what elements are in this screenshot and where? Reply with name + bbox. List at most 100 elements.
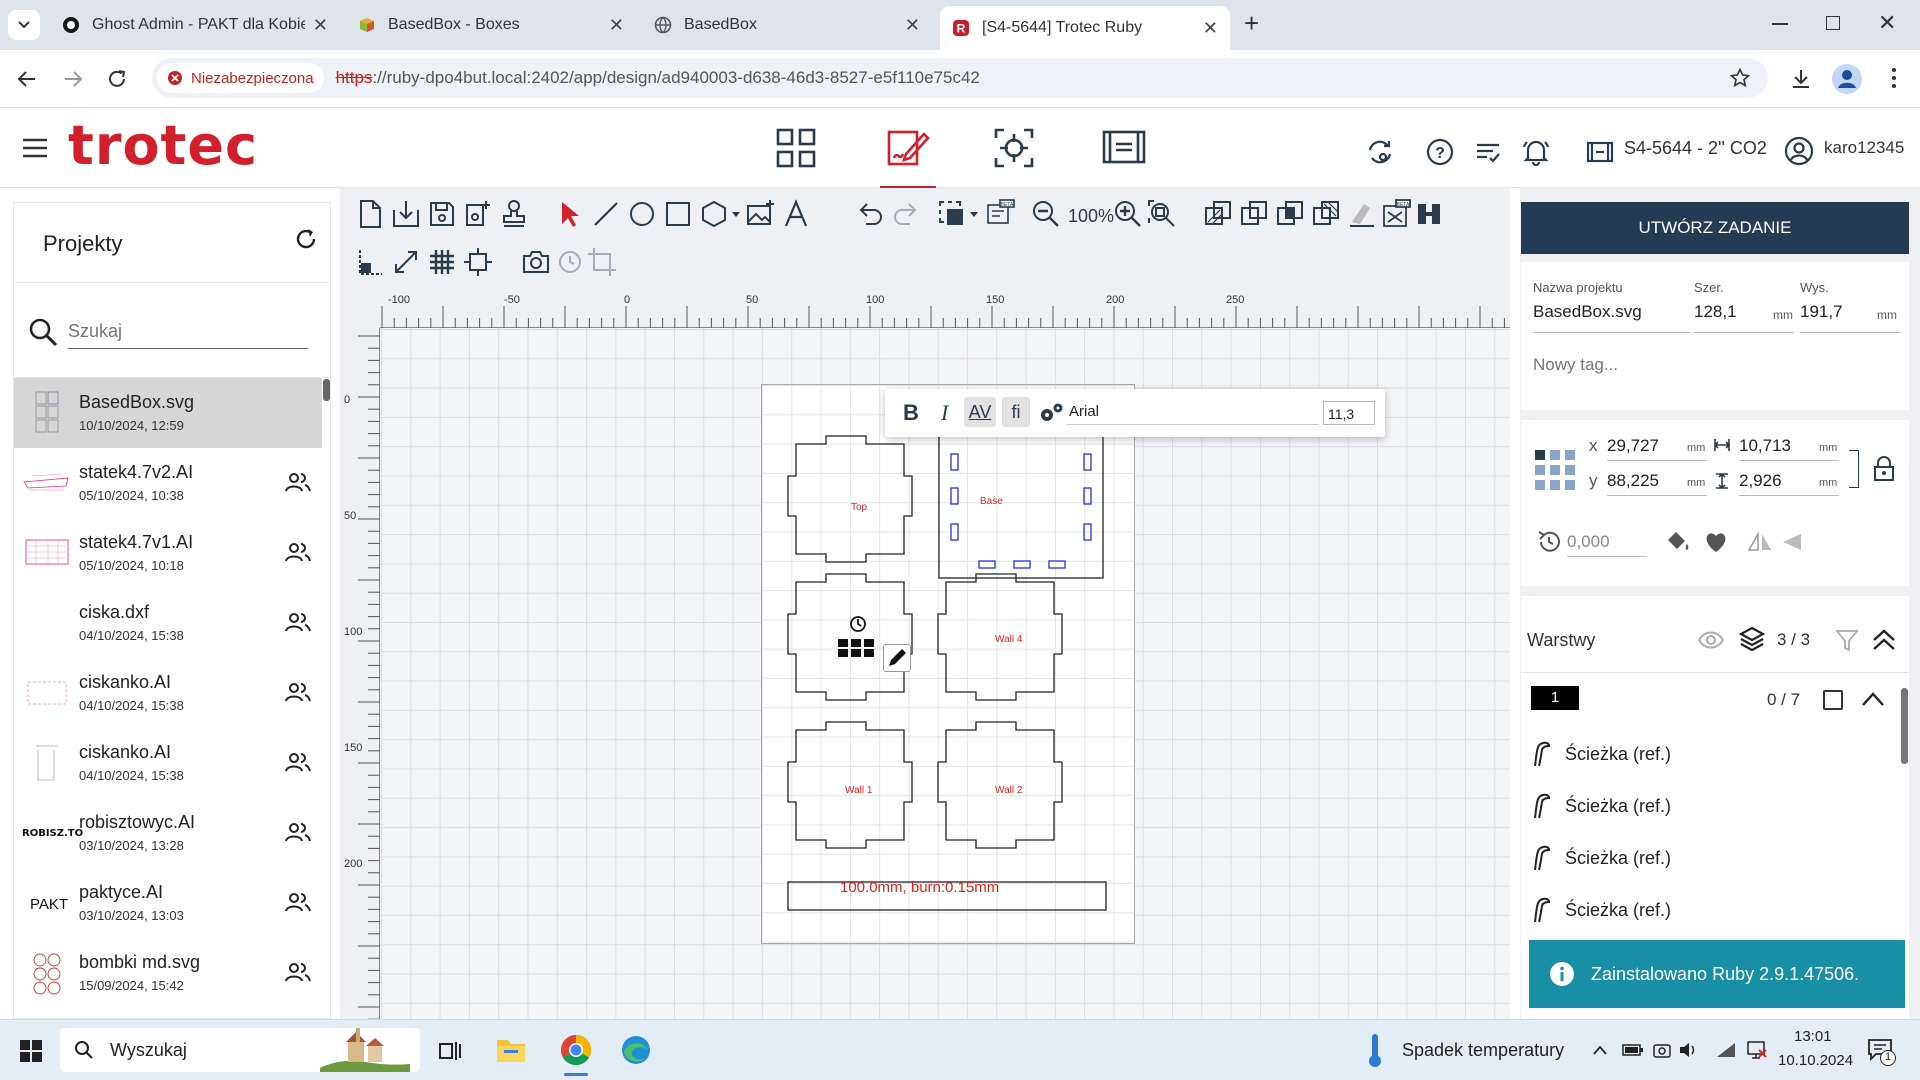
filter-icon[interactable] (1835, 628, 1859, 652)
ellipse-tool-icon[interactable] (626, 198, 658, 230)
dashboard-grid-icon[interactable] (772, 124, 820, 172)
back-icon[interactable] (16, 68, 38, 90)
line-tool-icon[interactable] (590, 198, 622, 230)
project-search[interactable] (14, 283, 332, 378)
design-nav-tab[interactable] (880, 124, 936, 190)
camera-capture-icon[interactable] (520, 246, 552, 278)
project-item[interactable]: ciskanko.AI 04/10/2024, 15:38 (14, 728, 324, 798)
select-pointer-icon[interactable] (554, 198, 586, 230)
clock-date[interactable]: 10.10.2024 (1778, 1052, 1853, 1069)
center-artboard-icon[interactable] (462, 246, 494, 278)
projects-scrollbar-thumb[interactable] (323, 379, 330, 401)
ligature-button[interactable]: fi (1002, 397, 1030, 427)
layers-stack-icon[interactable] (1739, 626, 1765, 652)
align-icon[interactable] (1414, 198, 1446, 230)
file-explorer-icon[interactable] (496, 1036, 526, 1064)
account-icon[interactable] (1784, 136, 1814, 166)
refresh-icon[interactable] (294, 227, 318, 251)
heart-icon[interactable] (1703, 530, 1729, 554)
browser-tab-ghost[interactable]: Ghost Admin - PAKT dla Kobiet ✕ (50, 6, 340, 44)
y-value[interactable]: 88,225 (1607, 471, 1659, 491)
browser-menu-icon[interactable] (1892, 68, 1896, 90)
project-item[interactable]: ciskanko.AI 04/10/2024, 15:38 (14, 658, 324, 728)
tray-chevron-up-icon[interactable] (1592, 1044, 1608, 1056)
crop-icon[interactable] (586, 246, 618, 278)
lock-icon[interactable] (1873, 456, 1895, 482)
project-item[interactable]: ciska.dxf 04/10/2024, 15:38 (14, 588, 324, 658)
beta-feature-icon[interactable]: BETA (1380, 198, 1412, 230)
rotation-value[interactable]: 0,000 (1567, 532, 1610, 552)
layer-item[interactable]: Ścieżka (ref.) (1531, 840, 1891, 880)
project-item[interactable]: ROBISZ.TO robisztowyc.AI 03/10/2024, 13:… (14, 798, 324, 868)
layers-scrollbar-thumb[interactable] (1901, 688, 1908, 764)
project-item-basedbox[interactable]: BasedBox.svg 10/10/2024, 12:59 (14, 378, 322, 448)
save-icon[interactable] (426, 198, 458, 230)
close-tab-icon[interactable]: ✕ (313, 15, 328, 36)
font-family-field[interactable]: Arial (1067, 399, 1319, 425)
panel-left-wall[interactable] (787, 573, 913, 701)
download-icon[interactable] (1790, 68, 1812, 90)
w-value[interactable]: 10,713 (1739, 436, 1791, 456)
edge-icon[interactable] (620, 1034, 652, 1066)
restore-icon[interactable] (1826, 16, 1840, 30)
grid-toggle-icon[interactable] (426, 246, 458, 278)
fill-bucket-icon[interactable] (1665, 530, 1691, 554)
project-name-value[interactable]: BasedBox.svg (1533, 302, 1642, 322)
resize-diagonal-icon[interactable] (390, 246, 422, 278)
width-value[interactable]: 128,1 (1694, 302, 1737, 322)
install-toast[interactable]: Zainstalowano Ruby 2.9.1.47506. (1529, 940, 1905, 1008)
url-text[interactable]: https://ruby-dpo4but.local:2402/app/desi… (336, 68, 980, 88)
anchor-grid-icon[interactable] (1535, 450, 1575, 490)
camera-position-icon[interactable] (990, 124, 1038, 172)
forward-icon[interactable] (62, 68, 84, 90)
boolean-subtract-icon[interactable] (1238, 198, 1270, 230)
security-chip[interactable]: Niezabezpieczona (157, 63, 324, 93)
bottom-engrave-text[interactable]: 100.0mm, burn:0.15mm (840, 879, 999, 896)
sync-settings-icon[interactable] (1366, 138, 1394, 166)
weather-text[interactable]: Spadek temperatury (1402, 1040, 1564, 1061)
font-size-field[interactable]: 11,3 (1323, 401, 1375, 425)
align-left-bottom-icon[interactable] (354, 246, 386, 278)
volume-icon[interactable] (1678, 1041, 1698, 1059)
text-tool-icon[interactable] (780, 198, 812, 230)
design-canvas[interactable]: Top Base Wall 4 Wall 1 Wall 2 100.0mm, b… (380, 328, 1547, 1019)
close-tab-icon[interactable]: ✕ (609, 15, 624, 36)
bookmark-star-icon[interactable] (1730, 68, 1750, 88)
new-file-icon[interactable] (354, 198, 386, 230)
save-as-icon[interactable] (462, 198, 494, 230)
kerning-button[interactable]: AV (964, 397, 996, 427)
layer-item[interactable]: Ścieżka (ref.) (1531, 892, 1891, 932)
boolean-exclude-icon[interactable] (1310, 198, 1342, 230)
zoom-fit-icon[interactable] (1146, 198, 1178, 230)
zoom-level[interactable]: 100% (1068, 206, 1114, 227)
bold-button[interactable]: B (903, 400, 919, 426)
browser-tab-boxes[interactable]: BasedBox - Boxes ✕ (346, 6, 636, 44)
zoom-out-icon[interactable] (1030, 198, 1062, 230)
undo-icon[interactable] (854, 198, 886, 230)
create-job-button[interactable]: UTWÓRZ ZADANIE (1521, 202, 1909, 254)
username[interactable]: karo12345 (1824, 138, 1904, 158)
clock-time[interactable]: 13:01 (1794, 1028, 1832, 1045)
job-queue-icon[interactable] (1100, 124, 1148, 172)
browser-tab-basedbox[interactable]: BasedBox ✕ (642, 6, 932, 44)
browser-tab-ruby[interactable]: R [S4-5644] Trotec Ruby ✕ (940, 6, 1230, 50)
windows-start-icon[interactable] (20, 1040, 42, 1062)
list-check-icon[interactable] (1474, 138, 1502, 166)
reload-icon[interactable] (106, 68, 128, 90)
close-tab-icon[interactable]: ✕ (905, 15, 920, 36)
rotate-icon[interactable] (554, 246, 586, 278)
layer-checkbox[interactable] (1823, 690, 1843, 710)
image-tool-icon[interactable] (744, 198, 776, 230)
project-item[interactable]: bombki md.svg 15/09/2024, 15:42 (14, 938, 324, 1008)
minimize-icon[interactable] (1772, 23, 1788, 25)
close-tab-icon[interactable]: ✕ (1203, 18, 1218, 39)
task-view-icon[interactable] (438, 1038, 464, 1064)
selection-handles[interactable] (838, 639, 882, 657)
proportion-link-bracket[interactable] (1849, 450, 1859, 488)
redo-icon[interactable] (890, 198, 922, 230)
notification-bell-icon[interactable] (1522, 138, 1550, 166)
flip-vertical-icon[interactable] (1779, 530, 1805, 554)
polygon-tool-icon[interactable] (698, 198, 742, 230)
layer-item[interactable]: Ścieżka (ref.) (1531, 736, 1891, 776)
arrange-icon[interactable] (936, 198, 980, 230)
